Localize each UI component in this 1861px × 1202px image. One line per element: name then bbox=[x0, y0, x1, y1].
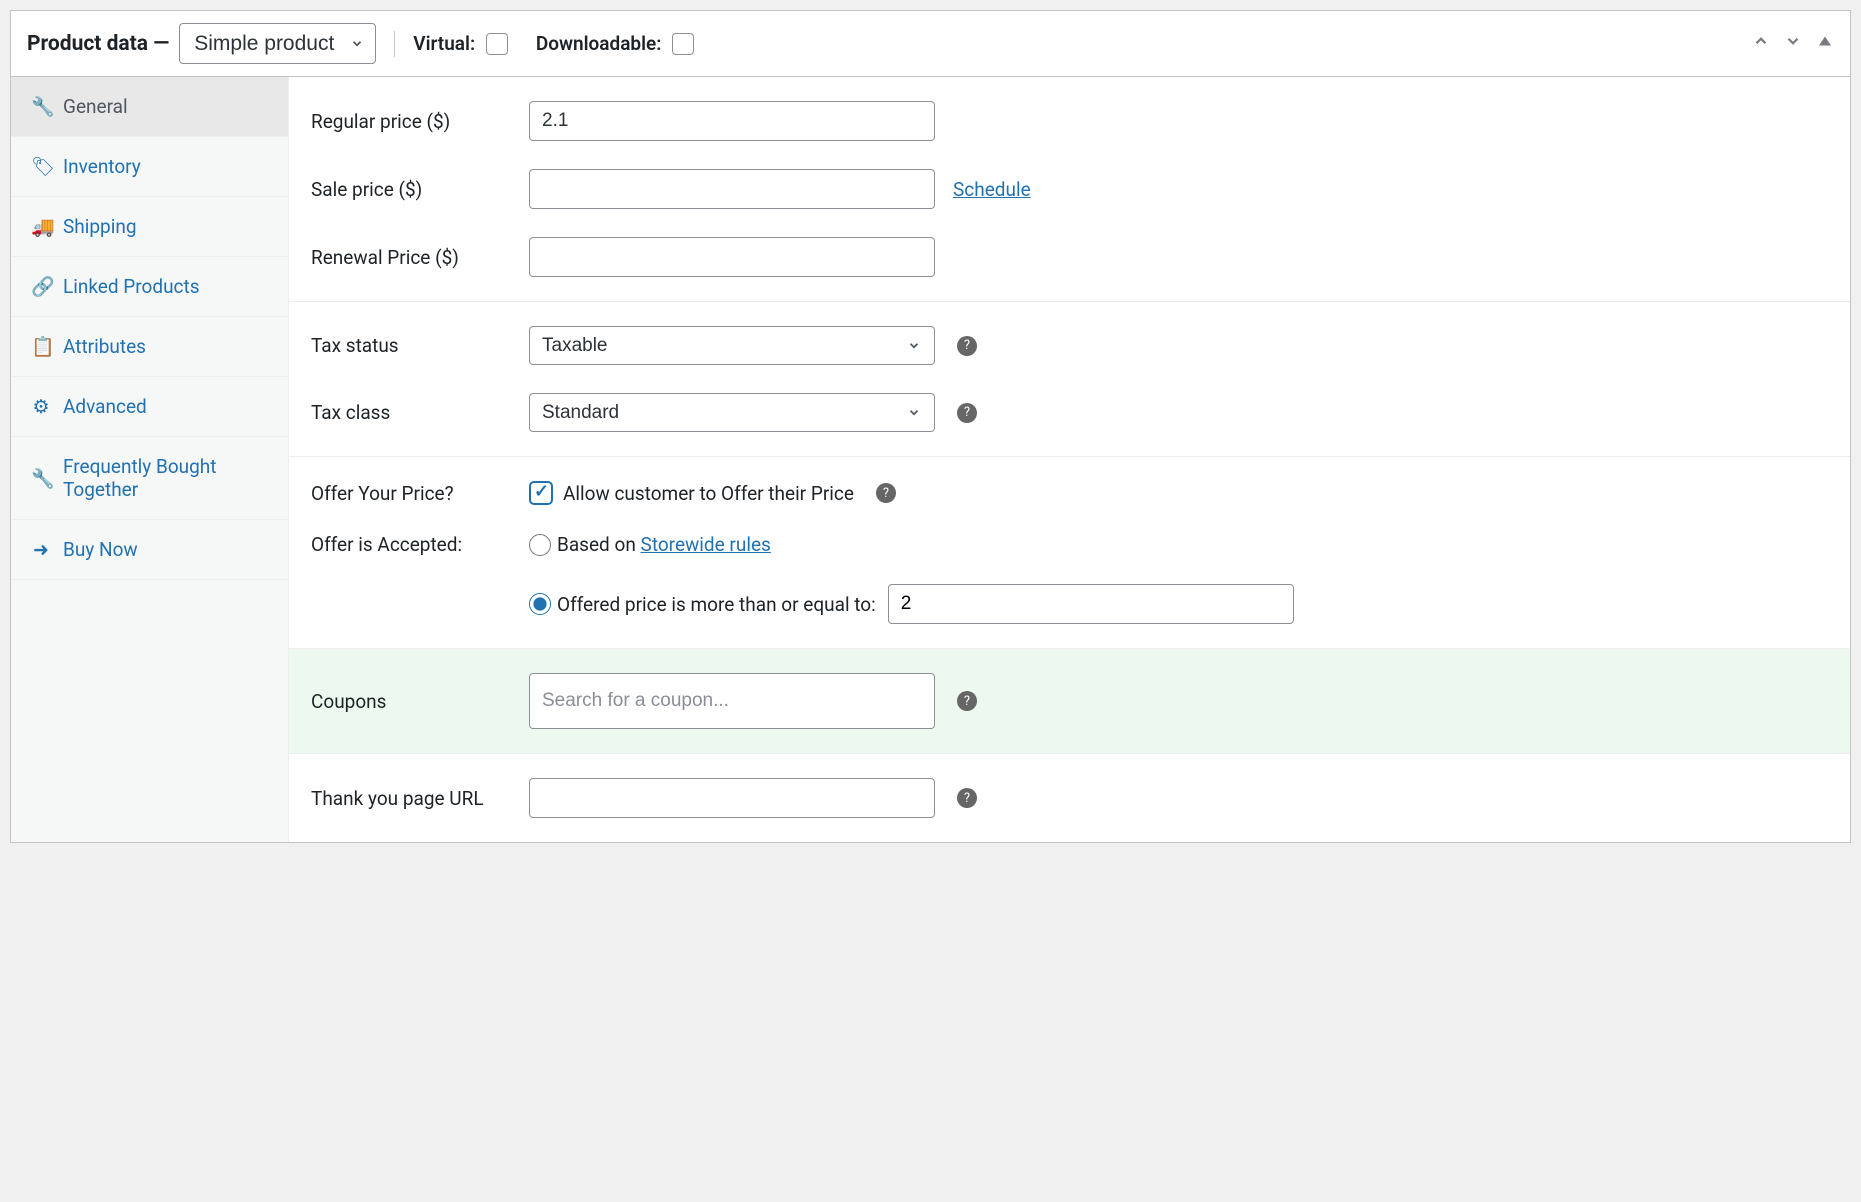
offer-accepted-label: Offer is Accepted: bbox=[311, 533, 529, 556]
regular-price-label: Regular price ($) bbox=[311, 110, 529, 133]
allow-offer-checkbox[interactable] bbox=[529, 481, 553, 505]
tab-advanced[interactable]: ⚙ Advanced bbox=[11, 377, 288, 437]
tab-label: Buy Now bbox=[63, 538, 138, 561]
tab-general[interactable]: 🔧 General bbox=[11, 77, 288, 137]
move-up-icon[interactable] bbox=[1752, 32, 1770, 55]
tab-shipping[interactable]: 🚚 Shipping bbox=[11, 197, 288, 257]
tab-linked-products[interactable]: 🔗 Linked Products bbox=[11, 257, 288, 317]
coupons-input[interactable] bbox=[529, 673, 935, 729]
sale-price-label: Sale price ($) bbox=[311, 178, 529, 201]
header-checkboxes: Virtual: Downloadable: bbox=[413, 32, 694, 56]
downloadable-label: Downloadable: bbox=[536, 32, 662, 55]
virtual-checkbox[interactable] bbox=[486, 33, 508, 55]
storewide-rules-link[interactable]: Storewide rules bbox=[641, 533, 771, 556]
radio-offered-price: Offered price is more than or equal to: bbox=[529, 584, 1294, 624]
row-coupons: Coupons ? bbox=[289, 659, 1850, 743]
panel-header: Product data — Simple product Virtual: D… bbox=[11, 11, 1850, 77]
panel-title: Product data — bbox=[27, 32, 169, 56]
offered-price-input[interactable] bbox=[888, 584, 1294, 624]
truck-icon: 🚚 bbox=[31, 215, 51, 238]
sidebar: 🔧 General 🏷 Inventory 🚚 Shipping 🔗 Linke… bbox=[11, 77, 289, 842]
section-tax: Tax status Taxable ? Tax class Standard bbox=[289, 302, 1850, 457]
tab-label: General bbox=[63, 95, 128, 118]
help-icon[interactable]: ? bbox=[957, 403, 977, 423]
section-pricing: Regular price ($) Sale price ($) Schedul… bbox=[289, 77, 1850, 302]
panel-toggles bbox=[1752, 32, 1834, 55]
product-data-panel: Product data — Simple product Virtual: D… bbox=[10, 10, 1851, 843]
move-down-icon[interactable] bbox=[1784, 32, 1802, 55]
tax-status-label: Tax status bbox=[311, 334, 529, 357]
renewal-price-input[interactable] bbox=[529, 237, 935, 277]
tab-attributes[interactable]: 📋 Attributes bbox=[11, 317, 288, 377]
tab-label: Linked Products bbox=[63, 275, 200, 298]
collapse-icon[interactable] bbox=[1816, 32, 1834, 55]
radio-storewide[interactable] bbox=[529, 534, 551, 556]
row-sale-price: Sale price ($) Schedule bbox=[289, 155, 1850, 223]
row-tax-class: Tax class Standard ? bbox=[289, 379, 1850, 446]
arrow-circle-icon: ➜ bbox=[31, 538, 51, 561]
link-icon: 🔗 bbox=[31, 275, 51, 298]
row-renewal-price: Renewal Price ($) bbox=[289, 223, 1850, 291]
radio-offered-gte[interactable] bbox=[529, 593, 551, 615]
radio-based-on-storewide: Based on Storewide rules bbox=[529, 533, 1294, 556]
thankyou-input[interactable] bbox=[529, 778, 935, 818]
radio-label-offered: Offered price is more than or equal to: bbox=[557, 593, 876, 616]
tab-label: Frequently Bought Together bbox=[63, 455, 268, 501]
row-offer-your-price: Offer Your Price? Allow customer to Offe… bbox=[289, 467, 1850, 519]
radio-label-based: Based on bbox=[557, 533, 641, 556]
tab-label: Inventory bbox=[63, 155, 141, 178]
tab-label: Shipping bbox=[63, 215, 137, 238]
tab-buy-now[interactable]: ➜ Buy Now bbox=[11, 520, 288, 580]
tax-class-select[interactable]: Standard bbox=[529, 393, 935, 432]
tax-status-select[interactable]: Taxable bbox=[529, 326, 935, 365]
product-type-select[interactable]: Simple product bbox=[179, 23, 376, 64]
gear-icon: ⚙ bbox=[31, 395, 51, 418]
content: Regular price ($) Sale price ($) Schedul… bbox=[289, 77, 1850, 842]
thankyou-label: Thank you page URL bbox=[311, 787, 529, 810]
list-icon: 📋 bbox=[31, 335, 51, 358]
row-regular-price: Regular price ($) bbox=[289, 87, 1850, 155]
tab-frequently-bought[interactable]: 🔧 Frequently Bought Together bbox=[11, 437, 288, 520]
tab-label: Advanced bbox=[63, 395, 147, 418]
panel-body: 🔧 General 🏷 Inventory 🚚 Shipping 🔗 Linke… bbox=[11, 77, 1850, 842]
downloadable-checkbox[interactable] bbox=[672, 33, 694, 55]
row-tax-status: Tax status Taxable ? bbox=[289, 312, 1850, 379]
row-offer-accepted: Offer is Accepted: Based on Storewide ru… bbox=[289, 519, 1850, 638]
section-offer: Offer Your Price? Allow customer to Offe… bbox=[289, 457, 1850, 649]
help-icon[interactable]: ? bbox=[876, 483, 896, 503]
virtual-label: Virtual: bbox=[413, 32, 475, 55]
coupons-label: Coupons bbox=[311, 690, 529, 713]
schedule-link[interactable]: Schedule bbox=[953, 178, 1031, 201]
section-coupons: Coupons ? bbox=[289, 649, 1850, 754]
wrench-icon: 🔧 bbox=[31, 95, 51, 118]
allow-offer-label: Allow customer to Offer their Price bbox=[563, 482, 854, 505]
wrench-icon: 🔧 bbox=[31, 467, 51, 490]
renewal-price-label: Renewal Price ($) bbox=[311, 246, 529, 269]
help-icon[interactable]: ? bbox=[957, 691, 977, 711]
help-icon[interactable]: ? bbox=[957, 336, 977, 356]
tab-label: Attributes bbox=[63, 335, 146, 358]
help-icon[interactable]: ? bbox=[957, 788, 977, 808]
offer-your-price-label: Offer Your Price? bbox=[311, 482, 529, 505]
divider bbox=[394, 31, 395, 57]
tax-class-label: Tax class bbox=[311, 401, 529, 424]
section-thankyou: Thank you page URL ? bbox=[289, 754, 1850, 842]
row-thankyou: Thank you page URL ? bbox=[289, 764, 1850, 832]
tag-icon: 🏷 bbox=[31, 155, 51, 178]
sale-price-input[interactable] bbox=[529, 169, 935, 209]
regular-price-input[interactable] bbox=[529, 101, 935, 141]
tab-inventory[interactable]: 🏷 Inventory bbox=[11, 137, 288, 197]
